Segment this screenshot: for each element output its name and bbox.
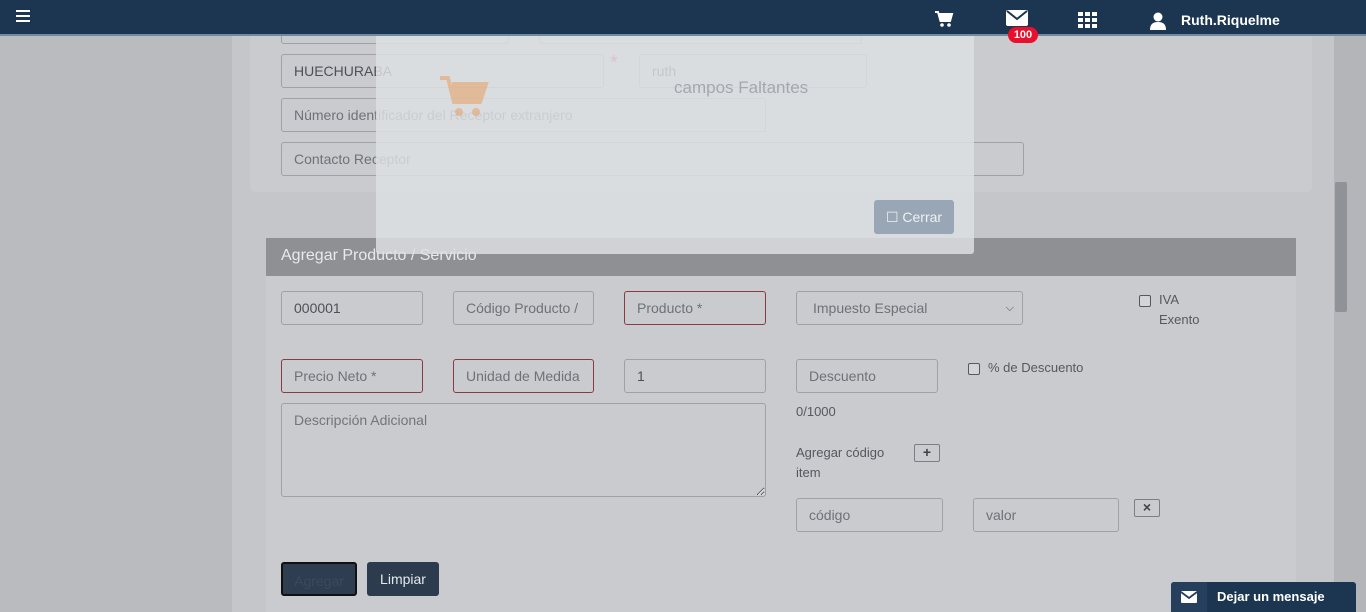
page-scrollbar[interactable] xyxy=(1334,36,1366,612)
codigo-item-field[interactable]: código xyxy=(796,498,943,532)
precio-neto-field[interactable]: Precio Neto * xyxy=(281,359,423,393)
scrollbar-thumb[interactable] xyxy=(1335,182,1347,312)
exento-label: Exento xyxy=(1159,312,1200,327)
impuesto-selected-label: Impuesto Especial xyxy=(813,300,928,316)
user-icon[interactable] xyxy=(1150,12,1166,35)
modal-title: campos Faltantes xyxy=(674,78,809,97)
apps-grid-icon[interactable] xyxy=(1078,12,1098,33)
agregar-button[interactable]: Agregar xyxy=(281,562,357,596)
cart-icon xyxy=(438,72,494,125)
limpiar-button[interactable]: Limpiar xyxy=(367,562,439,596)
close-icon: × xyxy=(1142,499,1152,515)
top-navbar: 100 Ruth.Riquelme xyxy=(0,0,1366,43)
descripcion-adicional-textarea[interactable] xyxy=(281,403,766,497)
plus-icon: + xyxy=(922,444,932,460)
valor-item-field[interactable]: valor xyxy=(973,498,1119,532)
char-counter: 0/1000 xyxy=(796,404,836,419)
unidad-medida-field[interactable]: Unidad de Medida xyxy=(453,359,594,393)
close-button-label: Cerrar xyxy=(902,209,943,225)
iva-exento-checkbox[interactable] xyxy=(1139,295,1151,307)
codigo-producto-field[interactable]: Código Producto / xyxy=(453,291,594,325)
iva-label: IVA xyxy=(1159,292,1179,307)
pct-descuento-label: % de Descuento xyxy=(988,360,1084,375)
item-label: item xyxy=(796,465,821,480)
close-icon: ☐ xyxy=(885,209,899,225)
producto-field[interactable]: Producto * xyxy=(624,291,766,325)
mail-count-badge: 100 xyxy=(1008,27,1038,43)
chevron-down-icon: ⌵ xyxy=(1005,302,1014,314)
cart-icon[interactable] xyxy=(934,10,954,33)
remove-codigo-button[interactable]: × xyxy=(1134,499,1160,517)
leave-message-label: Dejar un mensaje xyxy=(1217,589,1325,604)
close-button[interactable]: ☐ Cerrar xyxy=(874,200,954,234)
pct-descuento-checkbox[interactable] xyxy=(968,363,980,375)
impuesto-especial-select[interactable]: Impuesto Especial ⌵ xyxy=(796,291,1023,325)
envelope-icon xyxy=(1171,582,1207,612)
hamburger-menu-icon[interactable] xyxy=(16,10,30,22)
numero-linea-field[interactable]: 000001 xyxy=(281,291,423,325)
descuento-field[interactable]: Descuento xyxy=(796,359,938,393)
add-codigo-button[interactable]: + xyxy=(914,444,940,462)
user-name[interactable]: Ruth.Riquelme xyxy=(1181,12,1280,28)
cantidad-field[interactable]: 1 xyxy=(624,359,766,393)
agregar-codigo-label: Agregar código xyxy=(796,445,885,460)
leave-message-bar[interactable]: Dejar un mensaje xyxy=(1171,582,1356,612)
